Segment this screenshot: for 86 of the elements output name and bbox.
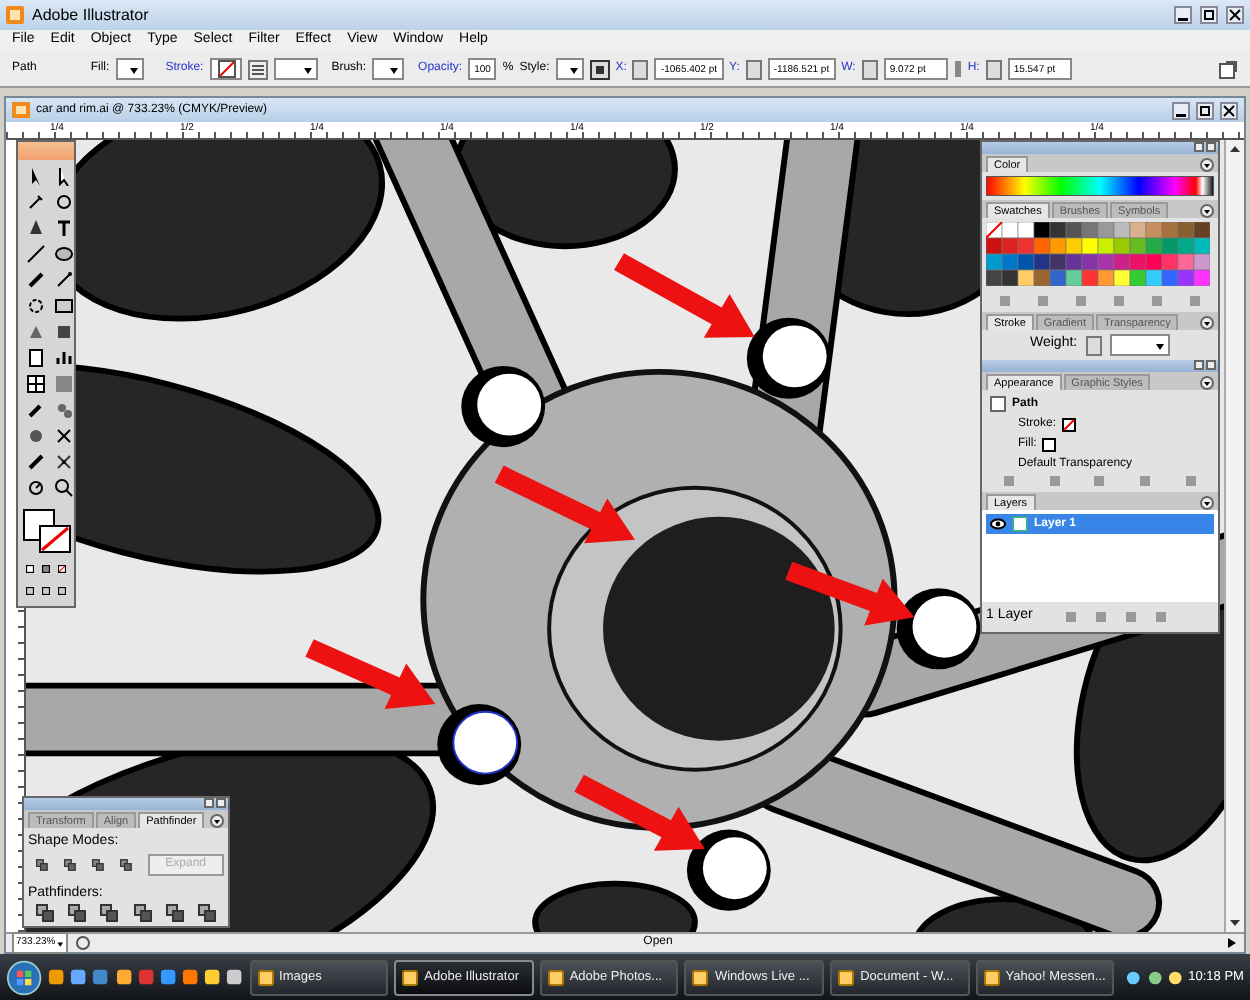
spin-control[interactable] [745, 59, 762, 79]
spin-control[interactable] [861, 59, 878, 79]
document-icon[interactable] [1218, 59, 1238, 79]
arrow [574, 774, 705, 851]
spin-control[interactable] [1085, 335, 1102, 355]
caret-icon [567, 63, 580, 75]
tool-button[interactable] [52, 190, 74, 212]
visibility-eye-icon[interactable] [990, 518, 1006, 530]
path-thumbnail [990, 396, 1006, 412]
app-icon [692, 969, 709, 985]
arrow [785, 561, 915, 626]
minimize-button[interactable] [1174, 6, 1192, 24]
app-icon [402, 969, 419, 985]
lug-nut[interactable] [686, 829, 771, 911]
maximize-button[interactable] [1200, 6, 1218, 24]
tool-button[interactable] [24, 242, 46, 264]
tool-button[interactable] [24, 372, 46, 394]
caret-icon [388, 63, 401, 75]
arrow [614, 253, 755, 338]
fill-swatch[interactable] [1042, 437, 1057, 451]
stroke-swatch-dropdown[interactable] [209, 58, 242, 80]
spin-control[interactable] [985, 59, 1002, 79]
minimize-button[interactable] [1172, 101, 1190, 119]
start-button[interactable] [6, 957, 43, 997]
caret-icon [55, 937, 64, 949]
stroke-weight-icon[interactable] [247, 59, 268, 79]
close-button[interactable] [1220, 101, 1238, 119]
swatch-grid[interactable] [986, 222, 1210, 286]
color-mode-button[interactable] [26, 562, 34, 576]
reference-point-icon[interactable] [589, 59, 610, 79]
tool-button[interactable] [52, 346, 74, 368]
panel-menu-button[interactable] [1200, 204, 1214, 218]
lug-nut[interactable] [461, 366, 546, 448]
arrow [494, 465, 635, 544]
tool-button[interactable] [24, 190, 46, 212]
app-icon [547, 969, 564, 985]
stroke-swatch[interactable] [1062, 417, 1077, 431]
toolbox-header [18, 142, 74, 160]
style-dropdown[interactable] [555, 58, 584, 80]
tool-button[interactable] [52, 216, 74, 238]
close-button[interactable] [1226, 6, 1244, 24]
tool-button[interactable] [52, 294, 74, 316]
arrow [305, 639, 436, 710]
brush-dropdown[interactable] [372, 58, 405, 80]
panel-menu-button[interactable] [1200, 496, 1214, 510]
weight-dropdown[interactable] [273, 58, 318, 80]
fill-dropdown[interactable] [115, 58, 144, 80]
gradient-mode-button[interactable] [42, 562, 50, 576]
panel-menu-button[interactable] [210, 814, 224, 828]
tool-button[interactable] [24, 450, 46, 472]
tool-button[interactable] [24, 476, 46, 498]
tool-button[interactable] [52, 242, 74, 264]
color-spectrum-bar[interactable] [986, 176, 1214, 196]
tool-button[interactable] [52, 268, 74, 290]
status-menu-button[interactable] [1226, 936, 1238, 950]
app-icon [838, 969, 855, 985]
panel-menu-button[interactable] [1200, 316, 1214, 330]
app-icon [6, 6, 24, 24]
tool-button[interactable] [24, 216, 46, 238]
fill-stroke-swatch[interactable] [22, 508, 74, 556]
tool-button[interactable] [52, 476, 74, 498]
lug-nut[interactable] [437, 704, 522, 786]
lug-nut[interactable] [746, 317, 831, 399]
weight-dropdown[interactable] [1109, 334, 1170, 356]
document-icon [12, 102, 30, 118]
tool-button[interactable] [24, 346, 46, 368]
app-icon [257, 969, 274, 985]
status-icon[interactable] [76, 936, 90, 950]
tool-button[interactable] [52, 424, 74, 446]
spin-control[interactable] [632, 59, 649, 79]
panel-menu-button[interactable] [1200, 376, 1214, 390]
tool-button[interactable] [52, 320, 74, 342]
maximize-button[interactable] [1196, 101, 1214, 119]
tool-button[interactable] [52, 450, 74, 472]
layer-thumbnail [1012, 516, 1028, 532]
tool-button[interactable] [24, 268, 46, 290]
app-icon [983, 969, 1000, 985]
caret-icon [127, 63, 140, 75]
caret-icon [1153, 339, 1166, 351]
window-title: Adobe Illustrator [32, 3, 151, 27]
constrain-link-icon[interactable] [953, 60, 962, 78]
caret-icon [301, 63, 314, 75]
none-mode-button[interactable] [58, 562, 66, 576]
tool-button[interactable] [24, 294, 46, 316]
lug-nut[interactable] [896, 588, 981, 670]
panel-menu-button[interactable] [1200, 158, 1214, 172]
